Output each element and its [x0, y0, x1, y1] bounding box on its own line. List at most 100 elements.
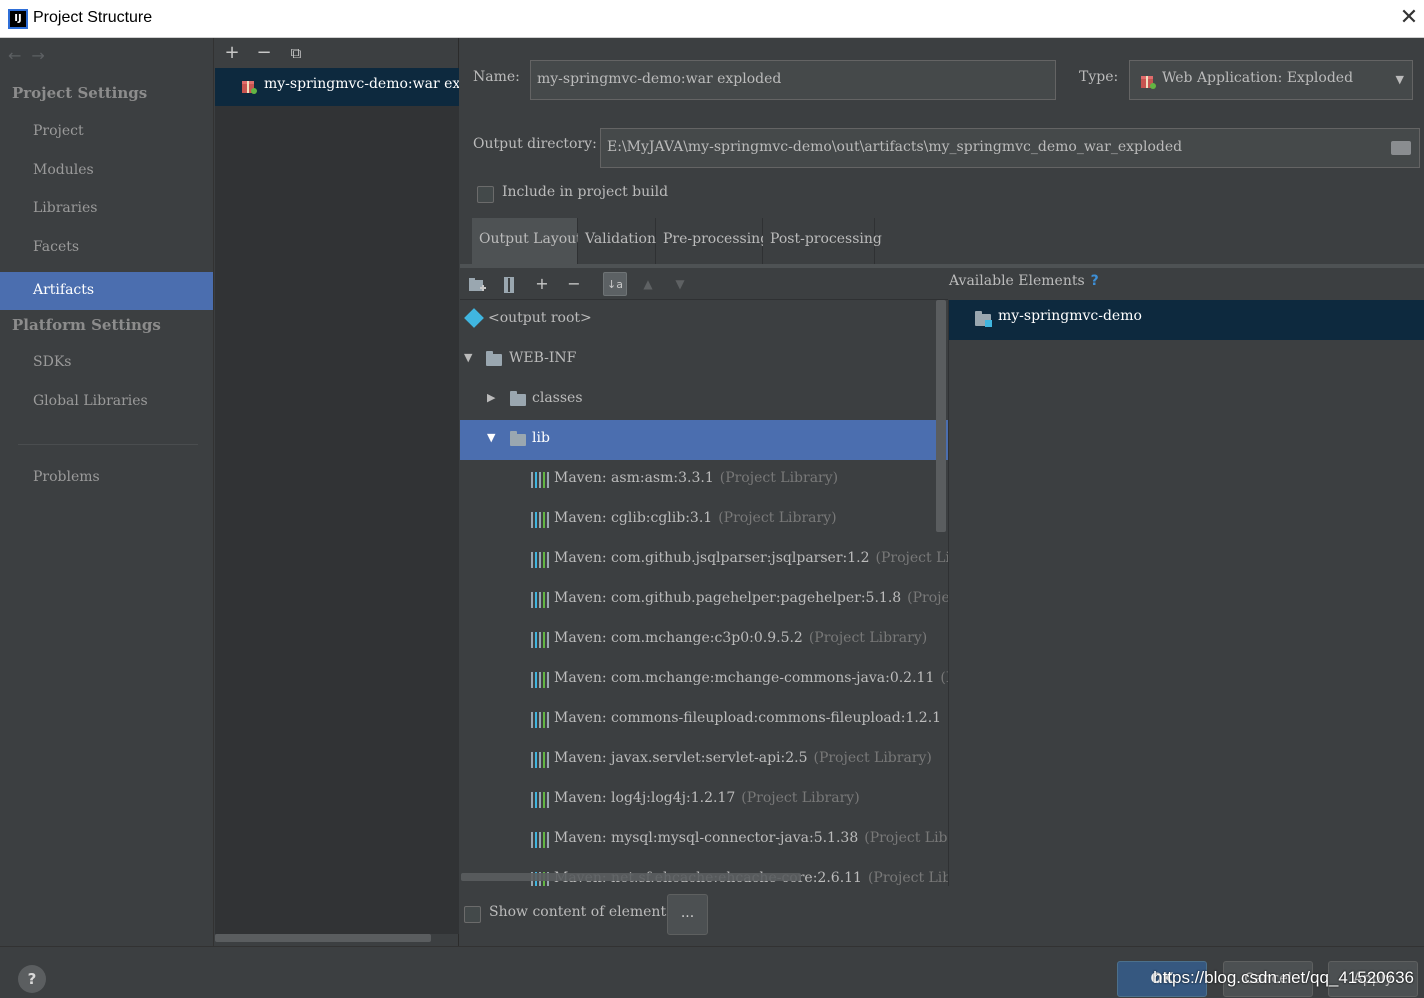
remove-element-button[interactable]: − [562, 272, 586, 296]
browse-folder-icon[interactable] [1391, 141, 1411, 155]
tree-node-library[interactable]: Maven: mysql:mysql-connector-java:5.1.38… [460, 820, 948, 860]
library-name: Maven: cglib:cglib:3.1 [554, 510, 713, 526]
artifact-label: my-springmvc-demo:war exploded [264, 76, 459, 92]
available-elements-title: Available Elements [949, 273, 1085, 289]
close-icon[interactable]: ✕ [1394, 4, 1424, 34]
tree-node-library[interactable]: Maven: com.mchange:c3p0:0.9.5.2 (Project … [460, 620, 948, 660]
tab-output-layout[interactable]: Output Layout [472, 218, 582, 264]
folder-icon [486, 351, 502, 366]
sidebar-item-sdks[interactable]: SDKs [0, 344, 213, 382]
move-up-button[interactable]: ▲ [636, 272, 660, 296]
output-directory-field[interactable]: E:\MyJAVA\my-springmvc-demo\out\artifact… [600, 128, 1420, 168]
tree-node-library[interactable]: Maven: log4j:log4j:1.2.17 (Project Librar… [460, 780, 948, 820]
expanded-arrow-icon[interactable]: ▼ [487, 420, 495, 456]
available-elements-heading: Available Elements? [949, 273, 1099, 289]
help-button[interactable]: ? [18, 965, 46, 993]
sidebar-item-modules[interactable]: Modules [0, 152, 213, 190]
copy-artifact-button[interactable]: ⧉ [285, 42, 307, 64]
sidebar-item-facets[interactable]: Facets [0, 229, 213, 267]
module-icon [975, 311, 992, 327]
tree-node-web-inf[interactable]: ▼ WEB-INF [460, 340, 948, 380]
tree-node-label: WEB-INF [509, 350, 577, 366]
include-in-build-label: Include in project build [502, 184, 669, 200]
library-scope: (Project Library) [875, 550, 948, 566]
show-content-checkbox[interactable] [464, 906, 481, 923]
tree-node-library[interactable]: Maven: cglib:cglib:3.1 (Project Library) [460, 500, 948, 540]
sidebar-item-global-libraries[interactable]: Global Libraries [0, 383, 213, 421]
web-app-exploded-icon [1141, 76, 1156, 89]
collapsed-arrow-icon[interactable]: ▶ [487, 380, 495, 416]
watermark-text: https://blog.csdn.net/qq_41520636 [1153, 968, 1414, 987]
tree-node-library[interactable]: Maven: com.github.pagehelper:pagehelper:… [460, 580, 948, 620]
library-icon [531, 832, 549, 848]
tree-horizontal-scrollbar[interactable] [461, 873, 801, 881]
available-element-item[interactable]: my-springmvc-demo [949, 300, 1424, 340]
expanded-arrow-icon[interactable]: ▼ [464, 340, 472, 376]
tree-node-classes[interactable]: ▶ classes [460, 380, 948, 420]
intellij-idea-icon: IJ [8, 9, 28, 29]
output-root-icon [464, 308, 484, 328]
library-label: Maven: com.github.jsqlparser:jsqlparser:… [554, 540, 948, 576]
remove-artifact-button[interactable]: − [253, 42, 275, 64]
help-icon[interactable]: ? [1091, 273, 1099, 289]
library-scope: (Project Libra [907, 590, 948, 606]
library-scope: (Project Library) [741, 790, 860, 806]
sidebar-item-artifacts[interactable]: Artifacts [0, 272, 213, 310]
tree-node-library[interactable]: Maven: javax.servlet:servlet-api:2.5 (Pro… [460, 740, 948, 780]
move-down-button[interactable]: ▼ [668, 272, 692, 296]
show-content-options-button[interactable]: ... [667, 894, 708, 935]
sidebar-divider [18, 444, 198, 445]
library-label: Maven: asm:asm:3.3.1 (Project Library) [554, 460, 838, 496]
tree-node-library[interactable]: Maven: commons-fileupload:commons-fileup… [460, 700, 948, 740]
tree-node-output-root[interactable]: <output root> [460, 300, 948, 340]
artifacts-toolbar: + − ⧉ [215, 38, 459, 68]
folder-plus-icon[interactable] [466, 274, 488, 296]
tree-vertical-scrollbar[interactable] [936, 300, 946, 532]
name-field[interactable]: my-springmvc-demo:war exploded [530, 60, 1056, 100]
tab-pre-processing[interactable]: Pre-processing [656, 218, 769, 264]
layout-toolbar: + − ↓a z ▲ ▼ [460, 268, 948, 315]
tab-validation[interactable]: Validation [578, 218, 656, 264]
sidebar-item-project[interactable]: Project [0, 113, 213, 151]
tree-node-library[interactable]: Maven: com.mchange:mchange-commons-java:… [460, 660, 948, 700]
sidebar-item-problems[interactable]: Problems [0, 459, 213, 497]
tree-node-lib[interactable]: ▼ lib [460, 420, 948, 460]
tree-node-library[interactable]: Maven: com.github.jsqlparser:jsqlparser:… [460, 540, 948, 580]
artifact-list-scrollbar[interactable] [215, 934, 431, 942]
settings-sidebar: ←→ Project Settings Project Modules Libr… [0, 38, 214, 946]
include-in-build-checkbox[interactable] [477, 186, 494, 203]
back-arrow-icon[interactable]: ← [8, 46, 31, 65]
tab-post-processing[interactable]: Post-processing [763, 218, 882, 264]
add-element-button[interactable]: + [530, 272, 554, 296]
library-label: Maven: com.mchange:c3p0:0.9.5.2 (Project … [554, 620, 927, 656]
sort-elements-button[interactable]: ↓a z [603, 272, 627, 315]
type-value: Web Application: Exploded [1162, 70, 1354, 86]
available-element-label: my-springmvc-demo [998, 308, 1142, 324]
library-name: Maven: mysql:mysql-connector-java:5.1.38 [554, 830, 859, 846]
artifacts-panel: + − ⧉ my-springmvc-demo:war exploded [215, 38, 459, 946]
type-label: Type: [1079, 69, 1119, 85]
library-icon [531, 552, 549, 568]
forward-arrow-icon[interactable]: → [31, 46, 54, 65]
library-label: Maven: com.mchange:mchange-commons-java:… [554, 660, 948, 696]
sidebar-item-libraries[interactable]: Libraries [0, 190, 213, 228]
artifact-item[interactable]: my-springmvc-demo:war exploded [215, 68, 459, 106]
archive-icon[interactable] [498, 274, 520, 296]
library-scope: (Project [940, 670, 948, 686]
library-icon [531, 472, 549, 488]
nav-arrows: ←→ [8, 46, 55, 65]
tree-node-library[interactable]: Maven: asm:asm:3.3.1 (Project Library) [460, 460, 948, 500]
library-icon [531, 592, 549, 608]
type-select[interactable]: Web Application: Exploded ▼ [1129, 60, 1413, 100]
library-name: Maven: commons-fileupload:commons-fileup… [554, 710, 942, 726]
name-label: Name: [473, 69, 520, 85]
add-artifact-button[interactable]: + [221, 42, 243, 64]
tree-node-label: classes [532, 390, 583, 406]
library-icon [531, 512, 549, 528]
library-name: Maven: com.mchange:c3p0:0.9.5.2 [554, 630, 803, 646]
available-elements-list: my-springmvc-demo [949, 300, 1424, 886]
artifact-list: my-springmvc-demo:war exploded [215, 68, 459, 934]
library-scope: (Project Library) [719, 470, 839, 486]
artifact-editor: Name: my-springmvc-demo:war exploded Typ… [460, 38, 1424, 946]
library-icon [531, 672, 549, 688]
